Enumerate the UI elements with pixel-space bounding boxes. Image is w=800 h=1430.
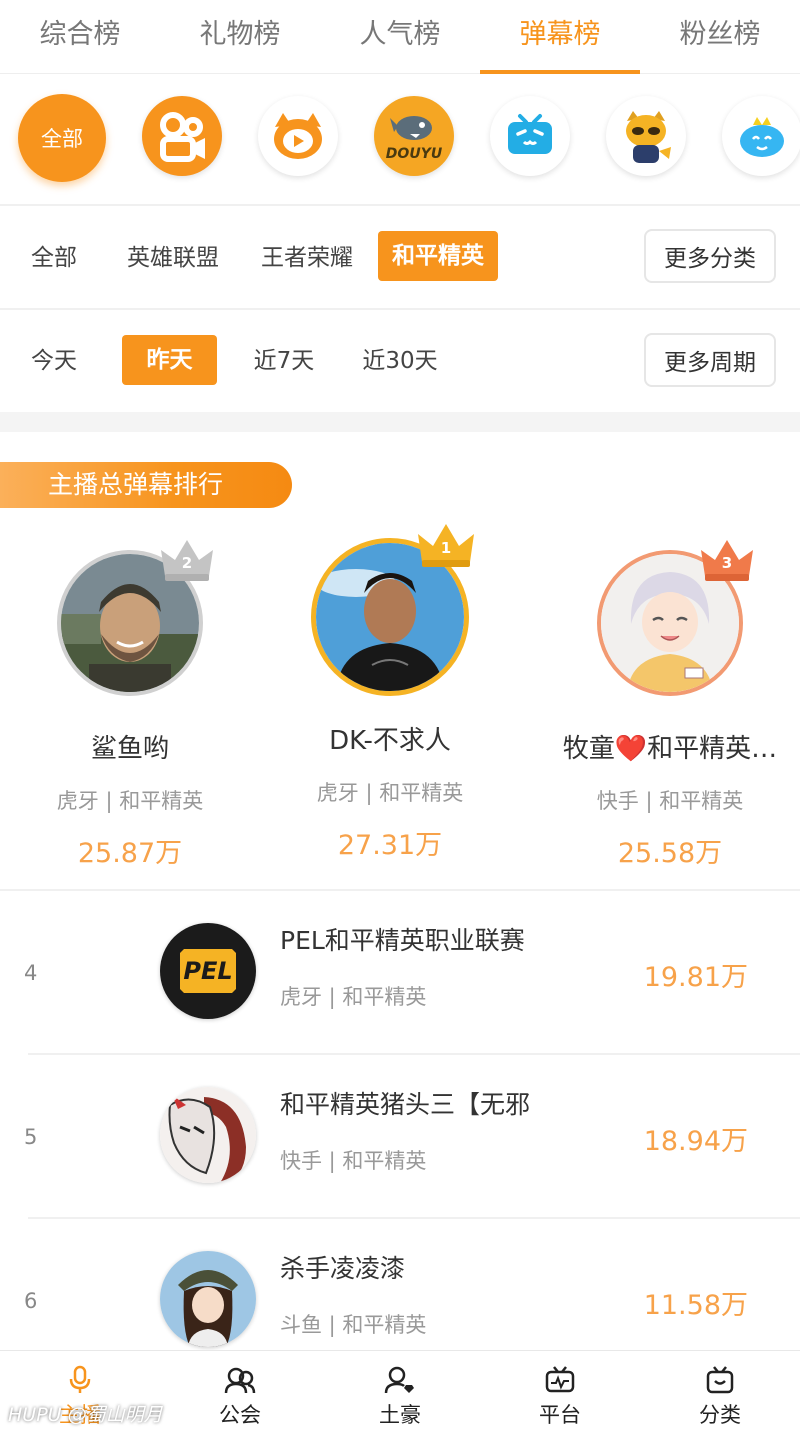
period-chip-30days[interactable]: 近30天: [356, 337, 444, 385]
platform-huya-button[interactable]: [258, 96, 338, 176]
svg-text:1: 1: [441, 539, 451, 557]
period-filter: 今天 昨天 近7天 近30天 更多周期: [0, 310, 800, 414]
period-chip-today[interactable]: 今天: [22, 337, 86, 385]
danmaku-count: 18.94万: [643, 1126, 748, 1157]
divider: [28, 1217, 800, 1219]
platform-cloud-button[interactable]: [722, 96, 800, 176]
nav-label: 平台: [539, 1403, 581, 1427]
danmaku-count: 19.81万: [643, 962, 748, 993]
more-periods-button[interactable]: 更多周期: [644, 333, 776, 387]
list-item[interactable]: 5 和平精英猪头三【无邪 快手 | 和平精英 18.94万: [0, 1053, 800, 1217]
tab-label: 粉丝榜: [679, 19, 761, 50]
kuaishou-logo-icon: [160, 112, 205, 162]
tab-overall[interactable]: 综合榜: [0, 0, 160, 74]
streamer-platform-game: 虎牙 | 和平精英: [56, 789, 204, 813]
avatar: PEL: [160, 923, 256, 1019]
section-gap: [0, 412, 800, 432]
mic-icon: [69, 1365, 91, 1393]
svg-text:2: 2: [182, 554, 192, 572]
rank-number: 6: [24, 1289, 38, 1313]
danmaku-count: 25.87万: [77, 838, 183, 869]
svg-text:3: 3: [722, 554, 732, 572]
list-item[interactable]: 4 PEL PEL和平精英职业联赛 虎牙 | 和平精英 19.81万: [0, 891, 800, 1055]
tab-fans[interactable]: 粉丝榜: [640, 0, 800, 74]
nav-label: 公会: [219, 1403, 261, 1427]
rich-user-icon: [384, 1366, 414, 1394]
divider: [28, 1053, 800, 1055]
nav-label: 土豪: [379, 1403, 421, 1427]
game-chip-all[interactable]: 全部: [22, 234, 86, 282]
rank-number: 4: [24, 961, 38, 985]
bilibili-logo-icon: [508, 114, 552, 154]
avatar: [160, 1251, 256, 1347]
streamer-platform-game: 虎牙 | 和平精英: [280, 985, 427, 1009]
douyu-logo-icon: [390, 116, 432, 140]
game-filter: 全部 英雄联盟 王者荣耀 和平精英 更多分类: [0, 206, 800, 310]
watermark: HUPU @蜀山明月: [8, 1404, 163, 1426]
streamer-name: 鲨鱼哟: [90, 734, 169, 764]
platform-kuaishou-button[interactable]: [142, 96, 222, 176]
period-chip-yesterday[interactable]: 昨天: [122, 335, 217, 385]
cloud-logo-icon: [740, 117, 784, 157]
section-title: 主播总弹幕排行: [0, 462, 292, 508]
category-icon: [706, 1366, 734, 1394]
game-chip-lol[interactable]: 英雄联盟: [118, 234, 228, 282]
podium-rank-2[interactable]: 2 鲨鱼哟 虎牙 | 和平精英 25.87万: [0, 520, 260, 870]
platform-all-label: 全部: [41, 127, 83, 151]
crown-gold-icon: 1: [418, 524, 474, 567]
crown-bronze-icon: 3: [701, 540, 753, 581]
avatar: [160, 1087, 256, 1183]
platform-douyu-button[interactable]: DOUYU: [374, 96, 454, 176]
streamer-platform-game: 虎牙 | 和平精英: [316, 781, 464, 805]
danmaku-count: 11.58万: [643, 1290, 748, 1321]
tab-label: 礼物榜: [199, 19, 281, 50]
nav-categories[interactable]: 分类: [640, 1351, 800, 1430]
crown-silver-icon: 2: [161, 540, 213, 581]
danmaku-count: 25.58万: [617, 838, 723, 869]
streamer-name: DK-不求人: [329, 726, 451, 756]
yy-logo-icon: [626, 111, 671, 163]
streamer-platform-game: 斗鱼 | 和平精英: [280, 1313, 427, 1337]
tab-label: 弹幕榜: [519, 19, 601, 50]
avatar-image: [160, 1251, 256, 1347]
platform-bilibili-button[interactable]: [490, 96, 570, 176]
game-chip-peacekeeper-elite[interactable]: 和平精英: [378, 231, 498, 281]
pel-logo-icon: PEL: [160, 923, 256, 1019]
streamer-platform-game: 快手 | 和平精英: [596, 789, 744, 813]
ranking-tabs: 综合榜 礼物榜 人气榜 弹幕榜 粉丝榜: [0, 0, 800, 74]
nav-label: 分类: [699, 1403, 741, 1427]
streamer-name: PEL和平精英职业联赛: [280, 926, 525, 955]
period-chip-7days[interactable]: 近7天: [246, 337, 322, 385]
more-categories-button[interactable]: 更多分类: [644, 229, 776, 283]
platform-all-button[interactable]: 全部: [18, 94, 106, 182]
avatar-image: [160, 1087, 256, 1183]
nav-tycoons[interactable]: 土豪: [320, 1351, 480, 1430]
guild-icon: [224, 1367, 256, 1394]
tab-gifts[interactable]: 礼物榜: [160, 0, 320, 74]
platform-filter: 全部 DOUYU: [0, 74, 800, 204]
douyu-wordmark: DOUYU: [385, 146, 443, 162]
streamer-name: 杀手凌凌漆: [280, 1254, 406, 1283]
streamer-name: 牧童❤️和平精英…: [562, 734, 778, 764]
podium-rank-3[interactable]: 3 牧童❤️和平精英… 快手 | 和平精英 25.58万: [540, 520, 800, 870]
huya-logo-icon: [274, 113, 322, 159]
streamer-platform-game: 快手 | 和平精英: [280, 1149, 427, 1173]
danmaku-count: 27.31万: [337, 830, 443, 861]
streamer-name: 和平精英猪头三【无邪: [280, 1090, 531, 1119]
tab-popularity[interactable]: 人气榜: [320, 0, 480, 74]
tab-label: 综合榜: [39, 19, 121, 50]
tab-danmaku[interactable]: 弹幕榜: [480, 0, 640, 74]
nav-platforms[interactable]: 平台: [480, 1351, 640, 1430]
tab-label: 人气榜: [359, 19, 441, 50]
game-chip-honor-of-kings[interactable]: 王者荣耀: [252, 234, 362, 282]
platform-yy-button[interactable]: [606, 96, 686, 176]
svg-text:PEL: PEL: [183, 957, 232, 985]
rank-number: 5: [24, 1125, 38, 1149]
platform-icon: [545, 1366, 575, 1393]
nav-guilds[interactable]: 公会: [160, 1351, 320, 1430]
podium-rank-1[interactable]: 1 DK-不求人 虎牙 | 和平精英 27.31万: [260, 520, 520, 862]
